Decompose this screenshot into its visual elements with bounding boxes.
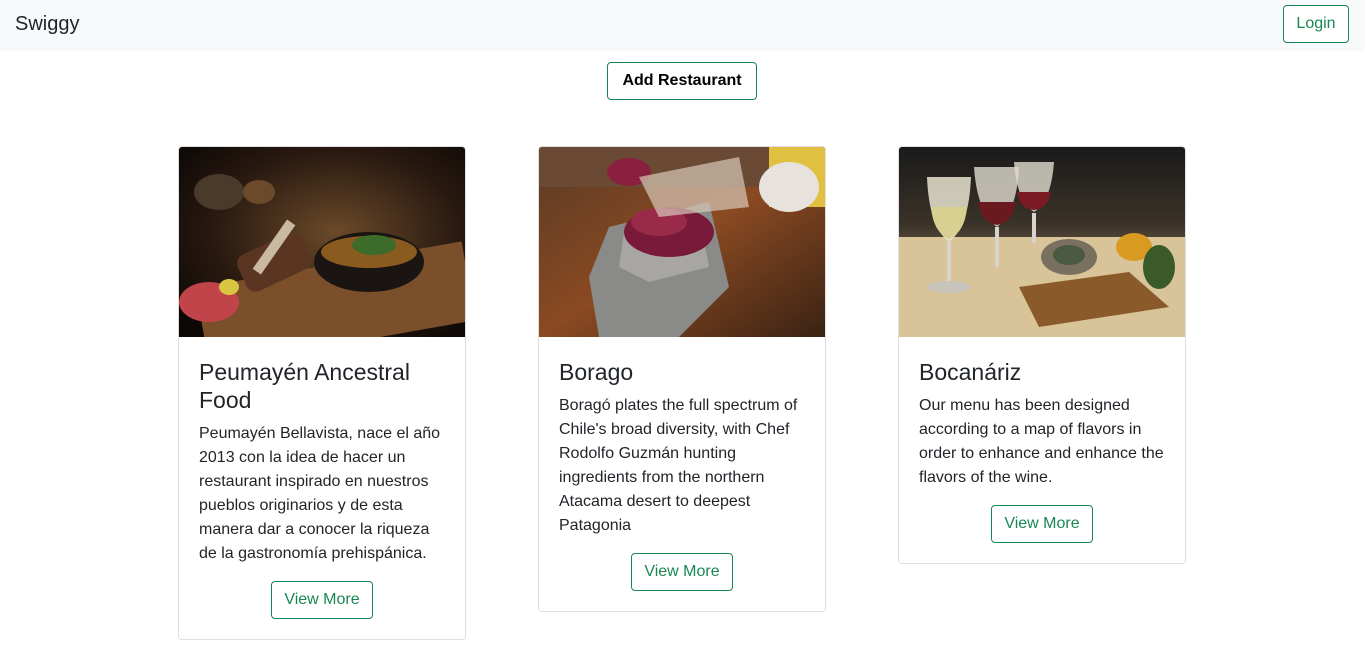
view-more-button[interactable]: View More [991, 505, 1093, 543]
restaurant-description: Boragó plates the full spectrum of Chile… [559, 397, 798, 534]
navbar: Swiggy Login [0, 0, 1365, 51]
view-more-button[interactable]: View More [271, 581, 373, 619]
restaurant-title: Bocanáriz [919, 359, 1022, 385]
restaurant-title: Peumayén Ancestral Food [199, 359, 410, 413]
restaurant-card-borago: Borago Boragó plates the full spectrum o… [538, 146, 826, 612]
restaurant-image-bocanariz [899, 147, 1185, 337]
card-body: Bocanáriz Our menu has been designed acc… [919, 358, 1169, 490]
view-more-button[interactable]: View More [631, 553, 733, 591]
restaurant-image-borago [539, 147, 825, 337]
restaurant-card-peumayen: Peumayén Ancestral Food Peumayén Bellavi… [178, 146, 466, 640]
restaurant-description: Our menu has been designed according to … [919, 397, 1164, 486]
add-restaurant-button[interactable]: Add Restaurant [607, 62, 757, 100]
login-button[interactable]: Login [1283, 5, 1349, 43]
restaurant-description: Peumayén Bellavista, nace el año 2013 co… [199, 425, 441, 562]
card-body: Peumayén Ancestral Food Peumayén Bellavi… [199, 358, 449, 566]
restaurant-image-peumayen [179, 147, 465, 337]
card-body: Borago Boragó plates the full spectrum o… [559, 358, 809, 538]
restaurant-card-bocanariz: Bocanáriz Our menu has been designed acc… [898, 146, 1186, 564]
restaurant-title: Borago [559, 359, 634, 385]
brand-link[interactable]: Swiggy [15, 11, 79, 37]
